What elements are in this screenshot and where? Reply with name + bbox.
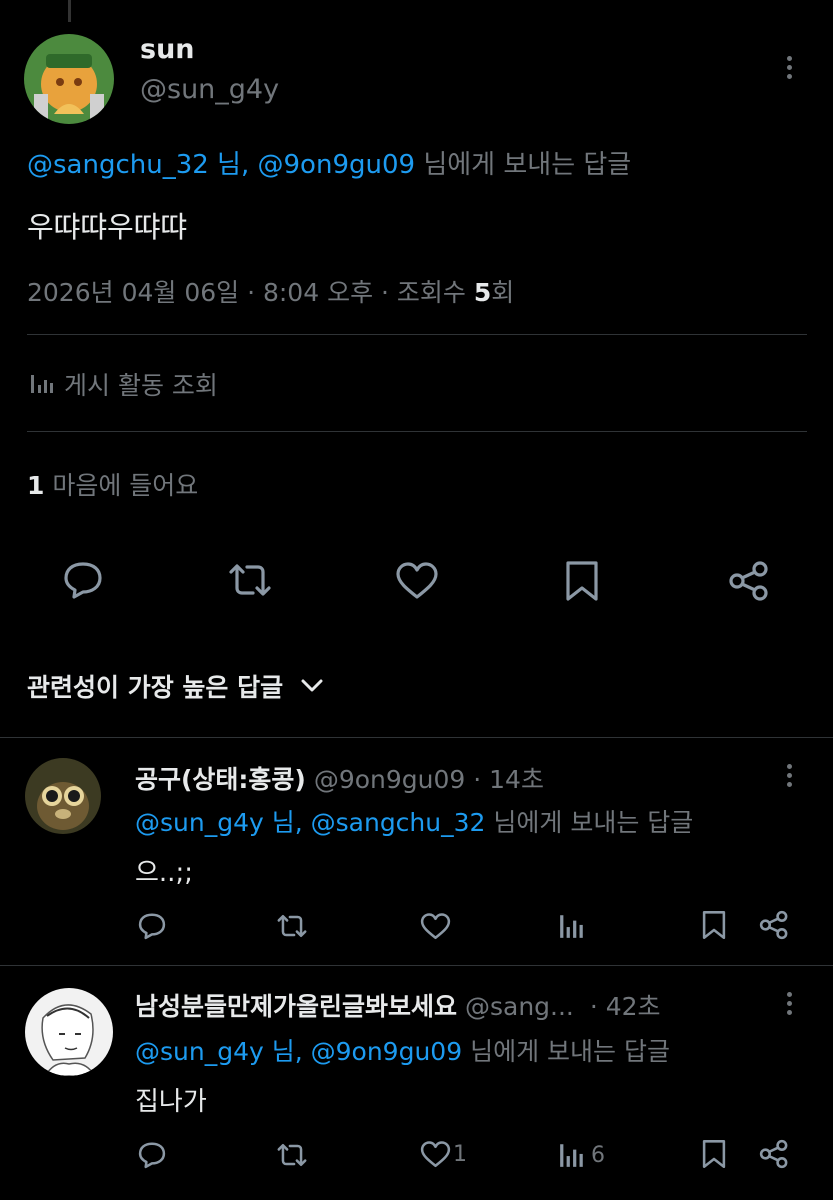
post-text: 우땨땨우땨땨 xyxy=(27,210,188,244)
bookmark-icon[interactable] xyxy=(702,910,726,940)
post-date-time[interactable]: 2026년 04월 06일 · 8:04 오후 · 조회수 xyxy=(27,278,474,307)
repost-icon[interactable] xyxy=(227,560,273,600)
reply-avatar[interactable] xyxy=(25,988,113,1076)
divider-2 xyxy=(27,431,807,432)
reply-to-line: @sun_g4y 님, @sangchu_32 님에게 보내는 답글 xyxy=(135,803,693,839)
share-icon[interactable] xyxy=(759,910,789,940)
reply-author-name[interactable]: 남성분들만제가올린글봐보세요 xyxy=(135,992,457,1021)
view-unit: 회 xyxy=(491,278,515,307)
likes-label: 마음에 들어요 xyxy=(52,471,199,500)
bookmark-icon[interactable] xyxy=(702,1139,726,1169)
post-activity-link[interactable]: 게시 활동 조회 xyxy=(30,368,218,400)
reply-to-suffix: 님에게 보내는 답글 xyxy=(470,1037,670,1066)
divider-4 xyxy=(0,965,833,966)
analytics-icon xyxy=(559,1141,585,1169)
bookmark-icon[interactable] xyxy=(565,560,599,602)
reply-sort-dropdown[interactable]: 관련성이 가장 높은 답글 xyxy=(27,668,323,704)
reply-avatar[interactable] xyxy=(25,758,101,834)
analytics-icon[interactable] xyxy=(559,912,585,940)
more-options-icon[interactable] xyxy=(787,56,792,83)
reply-mentions-link[interactable]: @sun_g4y 님, @sangchu_32 xyxy=(135,808,485,837)
more-options-icon[interactable] xyxy=(787,764,792,791)
like-icon xyxy=(420,1141,451,1168)
like-button[interactable]: 1 xyxy=(420,1141,467,1168)
likes-count: 1 xyxy=(27,471,45,500)
repost-icon[interactable] xyxy=(276,912,308,940)
author-handle[interactable]: @sun_g4y xyxy=(140,74,279,105)
reply-to-suffix: 님에게 보내는 답글 xyxy=(493,808,694,837)
reply-to-line: @sangchu_32 님, @9on9gu09 님에게 보내는 답글 xyxy=(27,144,631,181)
author-avatar[interactable] xyxy=(24,34,114,124)
reply-to-line: @sun_g4y 님, @9on9gu09 님에게 보내는 답글 xyxy=(135,1032,670,1068)
likes-summary[interactable]: 1 마음에 들어요 xyxy=(27,466,198,502)
repost-icon[interactable] xyxy=(276,1141,308,1169)
like-icon[interactable] xyxy=(420,913,451,940)
view-count: 6 xyxy=(591,1142,605,1168)
reply-author-name[interactable]: 공구(상태:홍콩) xyxy=(135,765,306,794)
reply-sort-label: 관련성이 가장 높은 답글 xyxy=(27,673,284,702)
share-icon[interactable] xyxy=(728,560,770,602)
reply-to-suffix: 님에게 보내는 답글 xyxy=(423,150,632,180)
post-metadata: 2026년 04월 06일 · 8:04 오후 · 조회수 5회 xyxy=(27,273,514,309)
share-icon[interactable] xyxy=(759,1139,789,1169)
top-connector-line xyxy=(68,0,71,22)
view-count: 5 xyxy=(473,278,492,307)
views-button[interactable]: 6 xyxy=(559,1141,605,1169)
more-options-icon[interactable] xyxy=(787,992,792,1019)
reply-mentions-link[interactable]: @sangchu_32 님, @9on9gu09 xyxy=(27,150,415,180)
reply-author-handle[interactable]: @sang... xyxy=(465,992,574,1021)
reply-text: 집나가 xyxy=(135,1087,207,1117)
reply-mentions-link[interactable]: @sun_g4y 님, @9on9gu09 xyxy=(135,1037,462,1066)
reply-text: 으..;; xyxy=(135,858,193,888)
reply-timestamp[interactable]: · 14초 xyxy=(473,765,544,794)
like-icon[interactable] xyxy=(395,562,439,600)
reply-icon[interactable] xyxy=(137,912,167,940)
reply-icon[interactable] xyxy=(62,560,104,600)
divider-1 xyxy=(27,334,807,335)
reply-header: 남성분들만제가올린글봐보세요 @sang... · 42초 xyxy=(135,987,661,1023)
reply-header: 공구(상태:홍콩) @9on9gu09 · 14초 xyxy=(135,760,544,796)
post-activity-label: 게시 활동 조회 xyxy=(64,371,218,400)
like-count: 1 xyxy=(453,1142,467,1167)
reply-timestamp[interactable]: · 42초 xyxy=(590,992,661,1021)
analytics-icon xyxy=(30,373,54,395)
author-name[interactable]: sun xyxy=(140,34,195,65)
divider-3 xyxy=(0,737,833,738)
reply-icon[interactable] xyxy=(137,1141,167,1169)
reply-author-handle[interactable]: @9on9gu09 xyxy=(314,765,465,794)
chevron-down-icon xyxy=(301,679,323,693)
